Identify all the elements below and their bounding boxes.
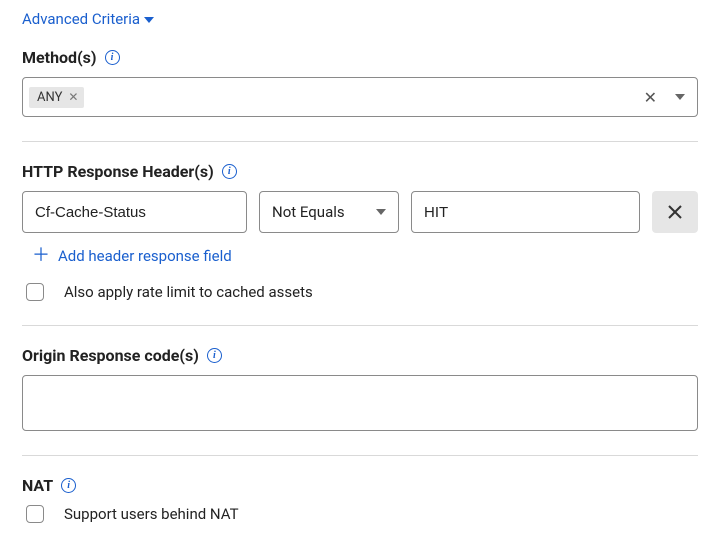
cache-assets-checkbox[interactable] [26, 283, 44, 301]
header-operator-value: Not Equals [272, 203, 345, 221]
nat-checkbox-label[interactable]: Support users behind NAT [64, 505, 239, 523]
header-operator-select[interactable]: Not Equals [259, 191, 399, 233]
method-chip[interactable]: ANY ✕ [29, 87, 84, 108]
caret-down-icon [144, 17, 154, 23]
clear-icon[interactable]: ✕ [638, 88, 663, 107]
add-header-button[interactable]: ＋ Add header response field [32, 247, 232, 265]
advanced-criteria-label: Advanced Criteria [22, 10, 140, 28]
nat-label: NAT [22, 476, 53, 495]
header-condition-row: Not Equals [22, 191, 698, 233]
headers-label: HTTP Response Header(s) [22, 162, 214, 181]
divider [22, 141, 698, 142]
info-icon[interactable]: i [222, 164, 237, 179]
dropdown-caret-icon[interactable] [675, 94, 685, 100]
nat-checkbox[interactable] [26, 505, 44, 523]
remove-header-button[interactable] [652, 191, 698, 233]
divider [22, 325, 698, 326]
cache-assets-label[interactable]: Also apply rate limit to cached assets [64, 283, 313, 301]
info-icon[interactable]: i [207, 348, 222, 363]
advanced-criteria-toggle[interactable]: Advanced Criteria [22, 10, 154, 28]
info-icon[interactable]: i [61, 478, 76, 493]
caret-down-icon [376, 209, 386, 215]
divider [22, 455, 698, 456]
header-value-input[interactable] [411, 191, 640, 233]
origin-codes-input[interactable] [22, 375, 698, 431]
methods-label: Method(s) [22, 48, 97, 67]
chip-remove-icon[interactable]: ✕ [68, 90, 78, 104]
methods-input[interactable]: ANY ✕ ✕ [22, 77, 698, 117]
close-icon [667, 204, 683, 220]
method-chip-label: ANY [37, 90, 62, 105]
info-icon[interactable]: i [105, 50, 120, 65]
header-name-input[interactable] [22, 191, 247, 233]
plus-icon: ＋ [32, 247, 50, 265]
origin-codes-label: Origin Response code(s) [22, 346, 199, 365]
add-header-label: Add header response field [58, 247, 232, 265]
